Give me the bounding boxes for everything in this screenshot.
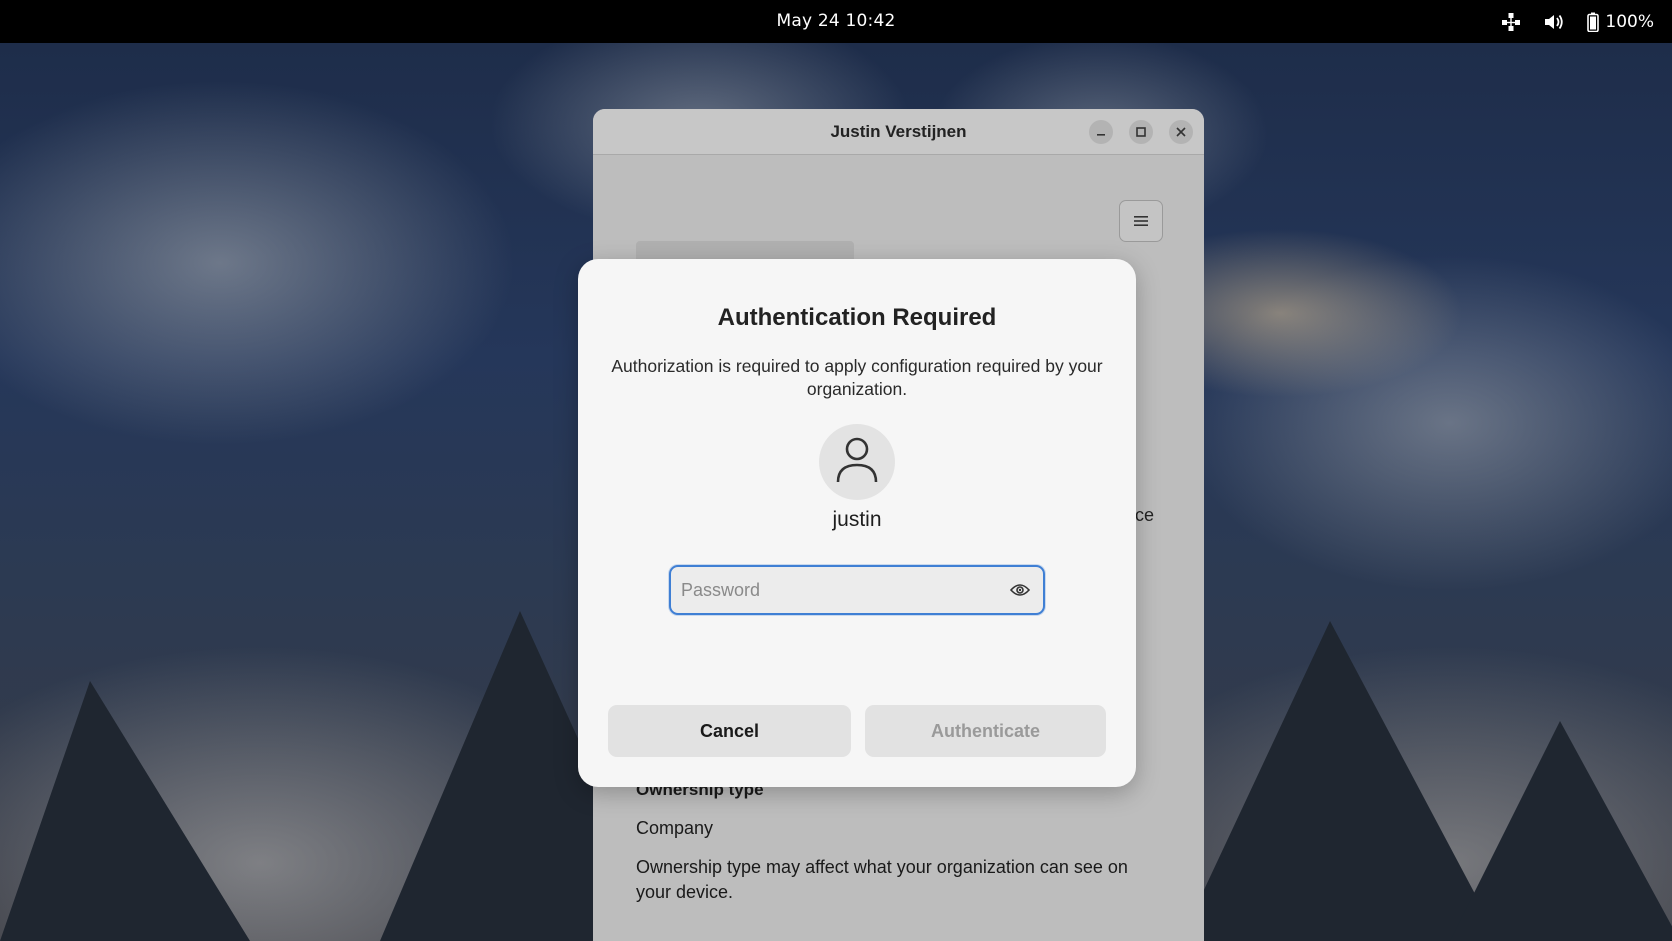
minimize-button[interactable] [1089, 120, 1113, 144]
volume-icon[interactable] [1543, 12, 1565, 32]
maximize-icon [1135, 123, 1147, 142]
close-icon [1175, 123, 1187, 142]
cancel-button[interactable]: Cancel [608, 705, 851, 757]
ownership-description: Ownership type may affect what your orga… [636, 857, 1128, 902]
close-button[interactable] [1169, 120, 1193, 144]
network-icon[interactable] [1501, 12, 1521, 32]
ownership-section: Ownership type Company Ownership type ma… [636, 780, 1156, 905]
show-password-icon[interactable] [1009, 580, 1031, 600]
user-icon [835, 436, 879, 488]
obscured-text: ce [1135, 505, 1155, 525]
wallpaper-mountain [0, 681, 250, 941]
avatar [819, 424, 895, 500]
clock[interactable]: May 24 10:42 [0, 11, 1672, 31]
username: justin [832, 508, 882, 531]
authentication-dialog: Authentication Required Authorization is… [578, 259, 1136, 787]
system-tray[interactable]: 100% [1501, 10, 1654, 34]
minimize-icon [1095, 123, 1107, 142]
password-input[interactable] [681, 567, 1001, 613]
battery-icon [1587, 12, 1600, 32]
dialog-message: Authorization is required to apply confi… [611, 356, 1103, 399]
dialog-title: Authentication Required [717, 304, 997, 331]
maximize-button[interactable] [1129, 120, 1153, 144]
main-menu-button[interactable] [1119, 200, 1163, 242]
password-field[interactable] [669, 565, 1045, 615]
wallpaper-mountain [1450, 721, 1672, 941]
ownership-value: Company [636, 818, 714, 838]
hamburger-icon [1134, 212, 1148, 231]
top-bar: May 24 10:42 100% [0, 0, 1672, 43]
window-header[interactable]: Justin Verstijnen [593, 109, 1204, 155]
battery-indicator[interactable]: 100% [1587, 12, 1654, 32]
battery-percent: 100% [1605, 12, 1654, 32]
authenticate-button[interactable]: Authenticate [865, 705, 1106, 757]
